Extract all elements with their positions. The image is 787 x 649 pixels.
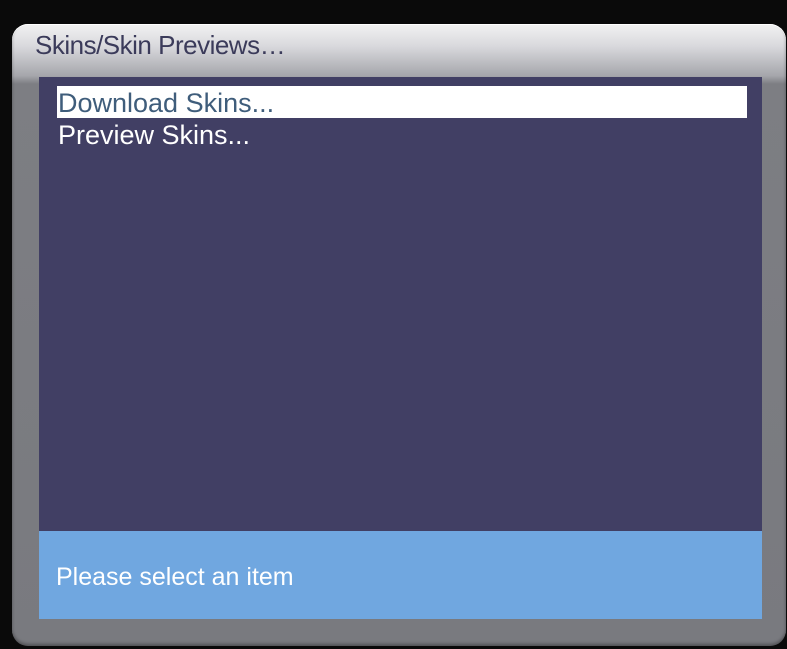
- menu-item-preview-skins[interactable]: Preview Skins...: [57, 118, 747, 150]
- dialog-title: Skins/Skin Previews…: [35, 30, 286, 60]
- status-bar: Please select an item: [39, 531, 762, 619]
- menu-list: Download Skins... Preview Skins...: [57, 86, 747, 150]
- menu-item-download-skins[interactable]: Download Skins...: [57, 86, 747, 118]
- menu-panel: Download Skins... Preview Skins...: [39, 77, 762, 531]
- status-text: Please select an item: [56, 563, 294, 591]
